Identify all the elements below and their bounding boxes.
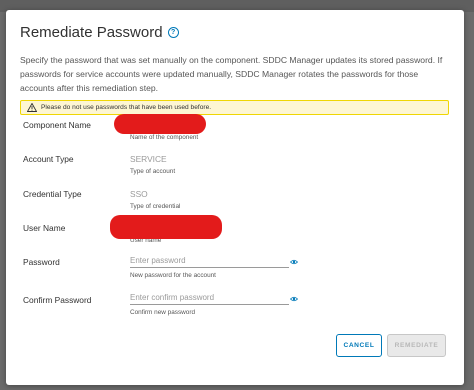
warning-alert: Please do not use passwords that have be… (20, 100, 449, 115)
redaction-mark (110, 215, 222, 239)
redaction-mark (114, 114, 206, 134)
confirm-password-label: Confirm Password (23, 295, 92, 305)
password-label: Password (23, 257, 60, 267)
credential-type-help: Type of credential (130, 203, 181, 210)
password-input[interactable]: Enter password (130, 255, 289, 268)
alert-text: Please do not use passwords that have be… (41, 104, 212, 111)
account-type-label: Account Type (23, 154, 74, 164)
account-type-help: Type of account (130, 168, 176, 175)
cancel-button[interactable]: CANCEL (336, 334, 382, 357)
dialog-title: Remediate Password (20, 24, 163, 41)
account-type-value: SERVICE (130, 154, 167, 164)
password-help: New password for the account (130, 272, 216, 279)
eye-icon[interactable] (290, 259, 298, 265)
dialog-description: Specify the password that was set manual… (20, 55, 443, 93)
eye-icon[interactable] (290, 296, 298, 302)
credential-type-value: SSO (130, 189, 148, 199)
remediate-password-dialog: Remediate Password ? Specify the passwor… (6, 10, 464, 385)
confirm-password-input[interactable]: Enter confirm password (130, 292, 289, 305)
warning-triangle-icon (27, 103, 37, 112)
dialog-header: Remediate Password ? (20, 24, 179, 41)
credential-type-label: Credential Type (23, 189, 82, 199)
confirm-password-help: Confirm new password (130, 309, 195, 316)
help-icon[interactable]: ? (167, 27, 179, 38)
remediate-button[interactable]: REMEDIATE (387, 334, 446, 357)
user-name-label: User Name (23, 223, 66, 233)
component-name-help: Name of the component (130, 134, 199, 141)
component-name-label: Component Name (23, 120, 91, 130)
